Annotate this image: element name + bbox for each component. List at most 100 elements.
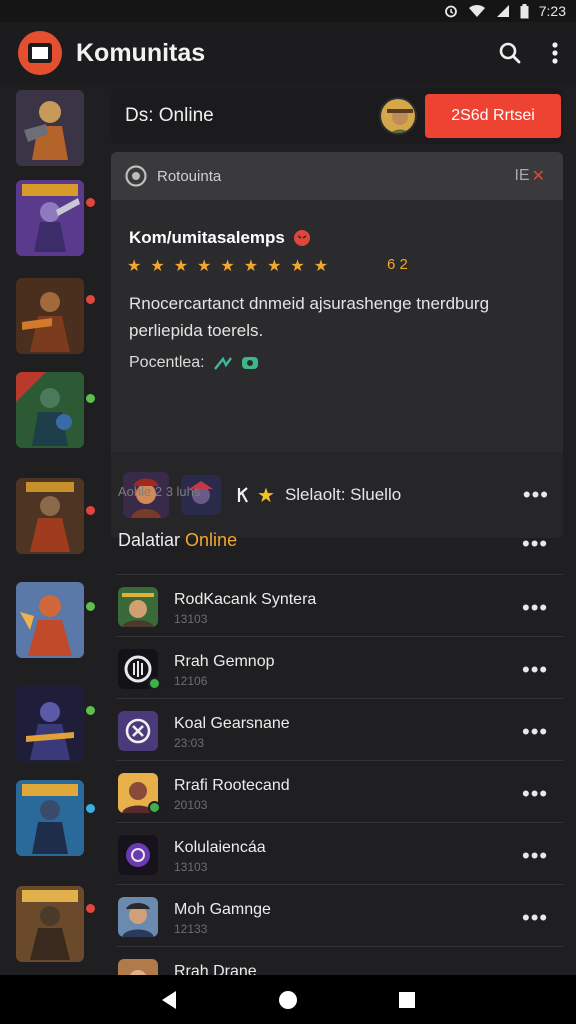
close-icon[interactable]: ✕: [532, 166, 545, 186]
avatar: [118, 897, 158, 937]
list-item[interactable]: Rrafi Rootecand 20103 •••: [116, 760, 563, 822]
card-footer-label: Pocentlea:: [129, 354, 205, 371]
game-thumbnail[interactable]: [16, 372, 84, 448]
active-caption: Aohle 2 3 luhs: [118, 484, 201, 499]
community-card: Rotouinta IE ✕ Kom/umitasalemps ★ ★ ★ ★ …: [111, 152, 563, 538]
friend-name: Rrafi Rootecand: [174, 777, 290, 794]
more-icon[interactable]: •••: [522, 783, 548, 805]
star-icon: ★: [267, 258, 282, 275]
status-dot: [86, 602, 95, 611]
friend-meta: 13103: [174, 612, 208, 626]
friend-meta: 13103: [174, 860, 208, 874]
star-icon: ★: [173, 258, 189, 275]
rating-value: 6 2: [387, 256, 408, 273]
more-icon[interactable]: •••: [523, 484, 549, 506]
online-badge: [148, 801, 161, 814]
online-badge: [148, 677, 161, 690]
game-thumbnail[interactable]: [16, 582, 84, 658]
page-title: Komunitas: [76, 38, 206, 67]
card-header-label: Rotouinta: [157, 167, 222, 185]
friend-meta: 12133: [174, 922, 208, 936]
game-thumbnail[interactable]: [16, 780, 84, 856]
online-status-bar: Ds: Online 2S6d Rrtsei: [111, 88, 563, 144]
avatar: [118, 711, 158, 751]
card-description: Rnocercartanct dnmeid ajsurashenge tnerd…: [129, 294, 490, 340]
game-thumbnail[interactable]: [16, 886, 84, 962]
friend-name: Moh Gamnge: [174, 901, 271, 918]
avatar[interactable]: [379, 97, 417, 135]
avatar: [118, 835, 158, 875]
friend-name: Koal Gearsnane: [174, 715, 290, 732]
share-icon[interactable]: [213, 355, 233, 371]
more-icon[interactable]: •••: [522, 659, 548, 681]
status-dot: [86, 904, 95, 913]
section-title-highlight: Online: [185, 530, 238, 550]
avatar: [118, 587, 158, 627]
friend-name: Kolulaiencáa: [174, 839, 266, 856]
alarm-icon: [444, 4, 458, 18]
players-label: Slelaolt: Sluello: [284, 485, 402, 504]
status-dot: [86, 198, 95, 207]
more-icon[interactable]: •••: [522, 907, 548, 929]
emoji-icon: [293, 229, 311, 247]
system-nav-bar: [0, 975, 576, 1024]
star-icon: ★: [243, 258, 259, 275]
home-icon[interactable]: [278, 990, 298, 1010]
status-action-button[interactable]: 2S6d Rrtsei: [425, 94, 561, 138]
app-bar: Komunitas: [0, 22, 576, 84]
card-title-text: Kom/umitasalemps: [129, 228, 285, 247]
status-dot: [86, 506, 95, 515]
more-icon[interactable]: •••: [522, 721, 548, 743]
card-title: Kom/umitasalemps: [129, 228, 311, 248]
list-item[interactable]: Moh Gamnge 12133 •••: [116, 884, 563, 946]
star-icon: ★: [220, 258, 235, 275]
friend-name: Rrah Gemnop: [174, 653, 275, 670]
section-title-prefix: Dalatiar: [118, 530, 181, 550]
card-header: Rotouinta IE ✕: [111, 152, 563, 200]
friend-name: RodKacank Syntera: [174, 591, 317, 608]
game-thumbnail[interactable]: [16, 90, 84, 166]
more-vert-icon[interactable]: [552, 42, 558, 64]
status-time: 7:23: [538, 3, 566, 19]
card-footer: Pocentlea:: [129, 354, 259, 372]
status-dot: [86, 295, 95, 304]
card-header-tag: IE: [514, 167, 530, 184]
status-dot: [86, 804, 95, 813]
controller-icon[interactable]: [241, 355, 259, 371]
list-item[interactable]: Rrah Gemnop 12106 •••: [116, 636, 563, 698]
status-dot: [86, 394, 95, 403]
community-icon: [125, 165, 147, 187]
recents-icon[interactable]: [398, 991, 416, 1009]
star-icon: ★: [313, 258, 329, 275]
game-thumbnail[interactable]: [16, 686, 84, 762]
star-icon: ★: [150, 258, 165, 275]
game-thumbnail[interactable]: [16, 278, 84, 354]
star-icon: ★: [290, 258, 305, 275]
more-icon[interactable]: •••: [522, 597, 548, 619]
wifi-icon: [468, 4, 486, 18]
friend-meta: 12106: [174, 674, 208, 688]
game-thumbnail[interactable]: [16, 180, 84, 256]
battery-icon: [520, 3, 529, 19]
friends-section-title: Dalatiar Online: [118, 530, 237, 551]
signal-icon: [496, 4, 510, 18]
status-dot: [86, 706, 95, 715]
player-icon: [237, 486, 249, 504]
back-icon[interactable]: [160, 990, 178, 1010]
star-icon: ★: [257, 484, 275, 507]
friend-meta: 23:03: [174, 736, 205, 750]
friend-meta: 20103: [174, 798, 208, 812]
star-icon: ★: [197, 258, 212, 275]
game-thumbnail[interactable]: [16, 478, 84, 554]
more-icon[interactable]: •••: [522, 533, 548, 555]
list-item[interactable]: RodKacank Syntera 13103 •••: [116, 574, 563, 636]
search-icon[interactable]: [498, 41, 522, 65]
more-icon[interactable]: •••: [522, 845, 548, 867]
list-item[interactable]: Koal Gearsnane 23:03 •••: [116, 698, 563, 760]
rating-stars: ★ ★ ★ ★ ★ ★ ★ ★ ★: [127, 256, 328, 276]
list-item[interactable]: Kolulaiencáa 13103 •••: [116, 822, 563, 884]
status-bar: 7:23: [0, 0, 576, 22]
star-icon: ★: [127, 258, 142, 275]
online-status-label: Ds: Online: [125, 105, 214, 126]
app-logo-icon: [18, 31, 62, 75]
